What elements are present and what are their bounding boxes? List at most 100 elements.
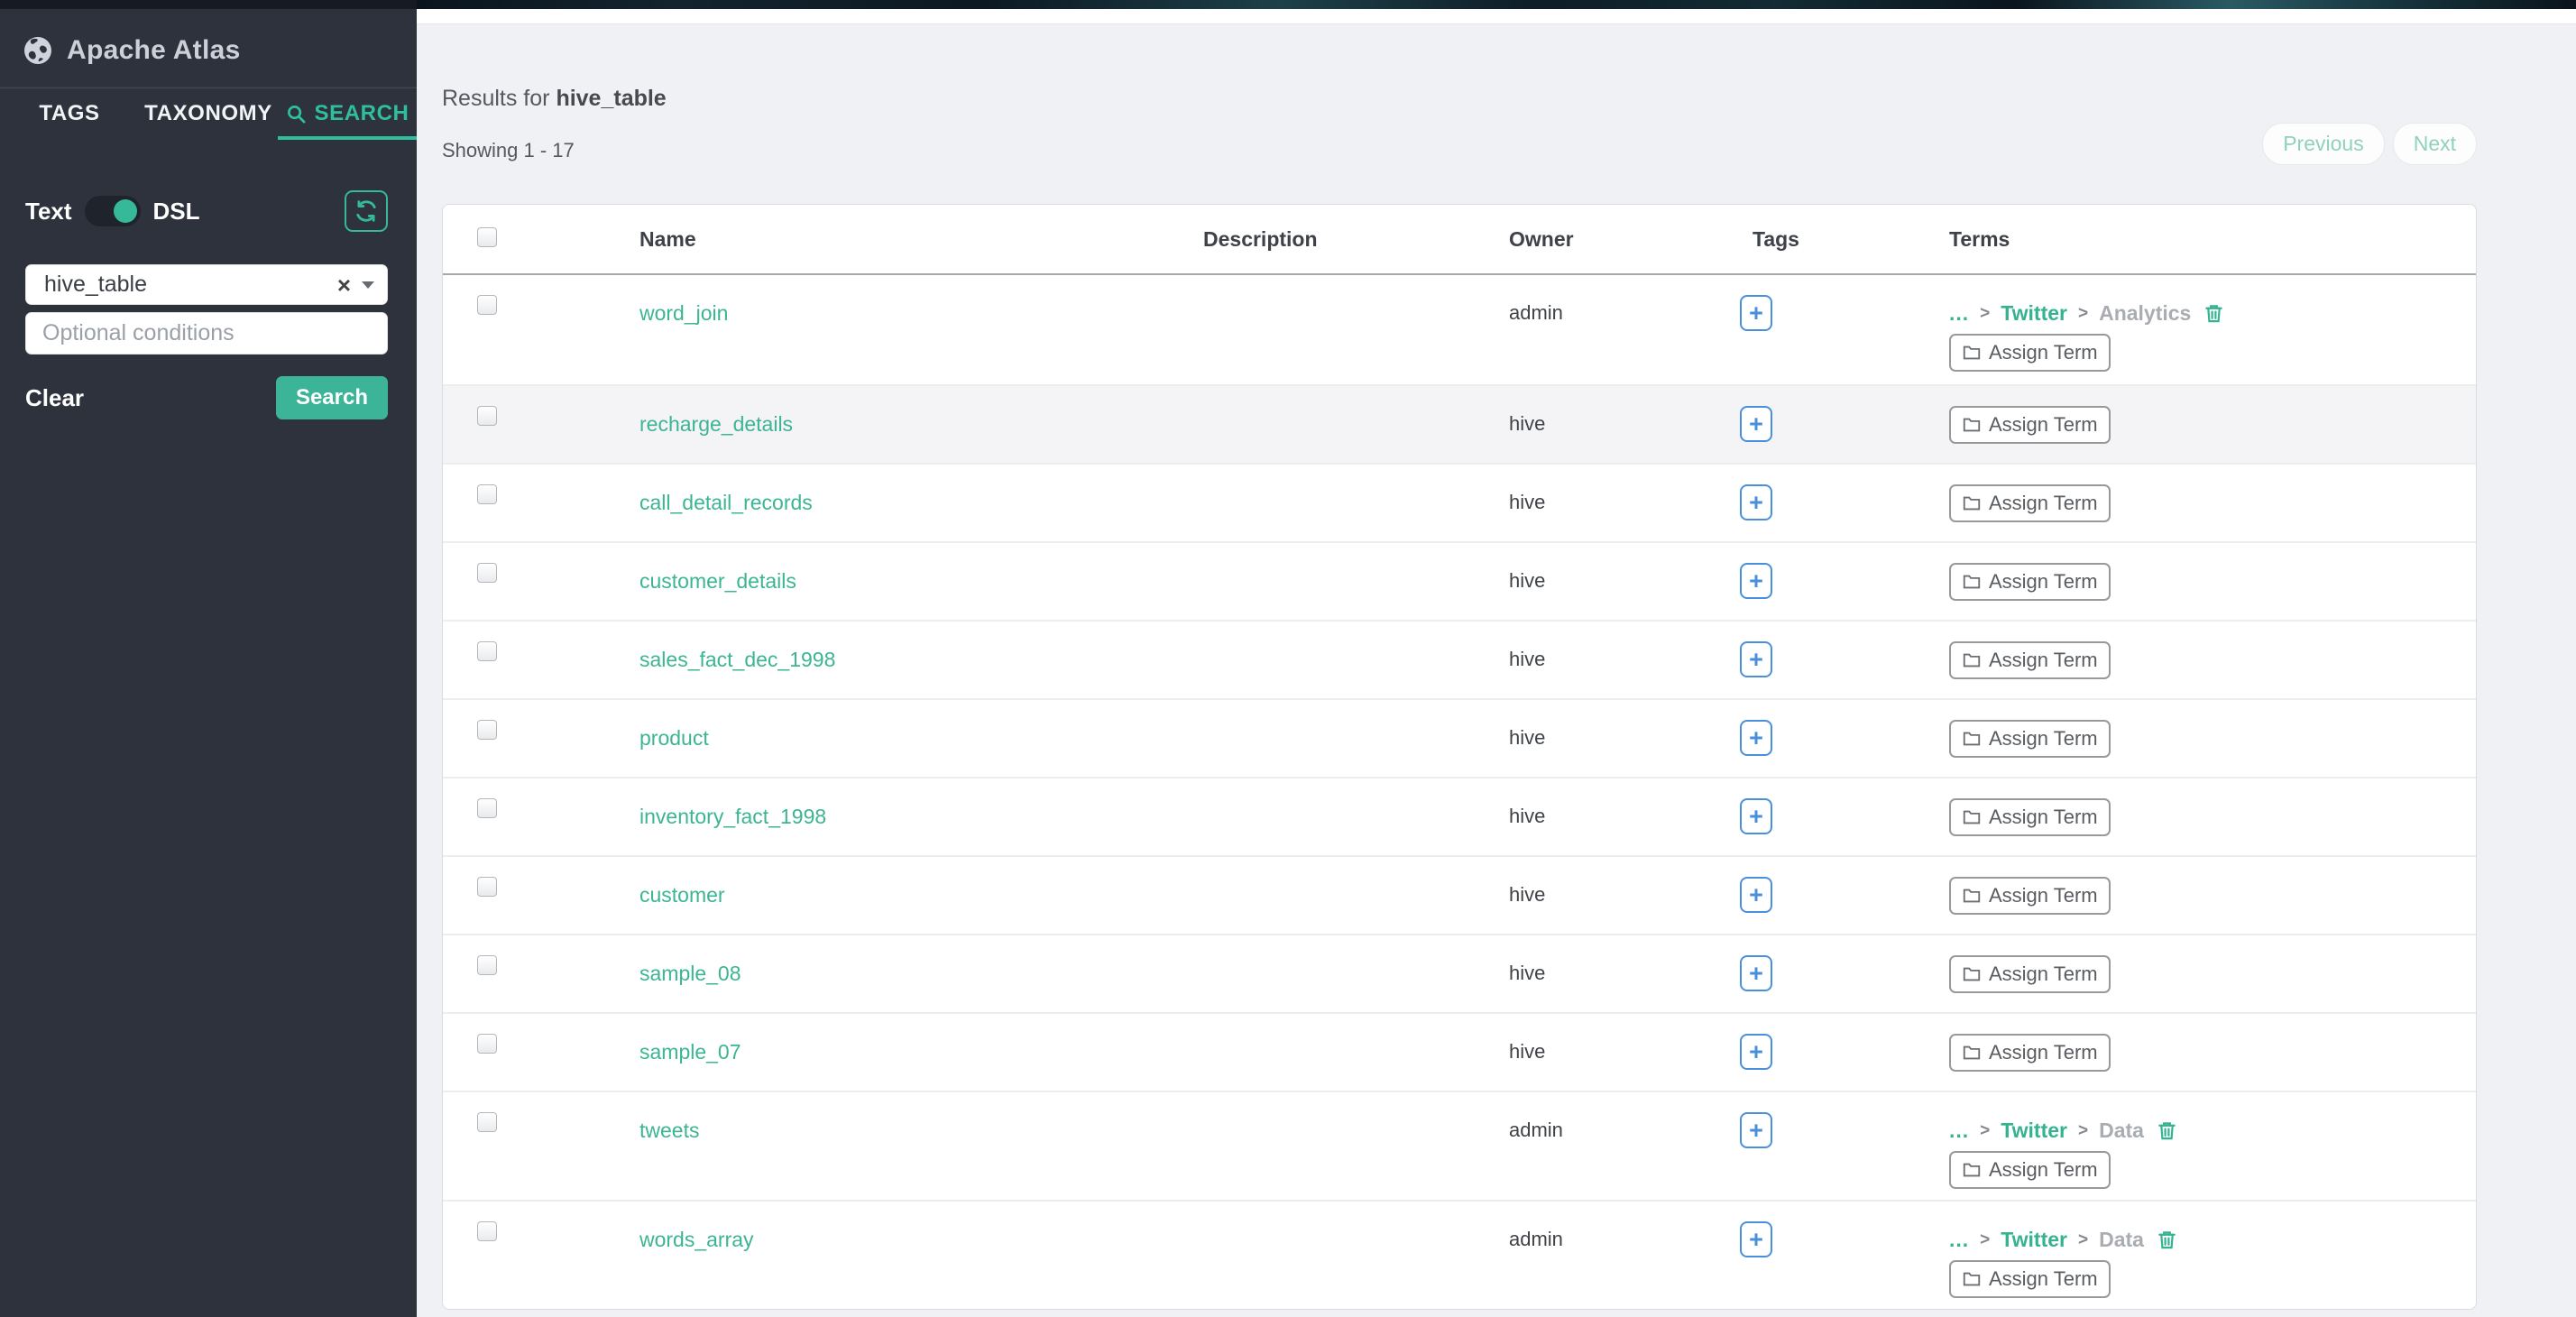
entity-name-link[interactable]: sample_07 — [639, 1040, 741, 1064]
tab-taxonomy[interactable]: TAXONOMY — [139, 87, 278, 140]
term-root-ellipsis[interactable]: ... — [1949, 1228, 1969, 1252]
owner-cell: hive — [1509, 805, 1740, 828]
assign-term-button[interactable]: Assign Term — [1949, 798, 2111, 836]
assign-term-label: Assign Term — [1989, 570, 2098, 594]
assign-term-label: Assign Term — [1989, 884, 2098, 907]
text-dsl-toggle[interactable] — [85, 196, 141, 226]
table-row: words_array admin + ... > Twitter > Data — [443, 1200, 2476, 1309]
next-button[interactable]: Next — [2393, 123, 2477, 165]
entity-name-link[interactable]: sales_fact_dec_1998 — [639, 648, 835, 672]
app-brand: Apache Atlas — [0, 9, 417, 87]
folder-icon — [1962, 729, 1982, 749]
optional-conditions-input[interactable] — [25, 312, 388, 355]
toggle-knob — [114, 199, 137, 223]
search-button[interactable]: Search — [276, 376, 388, 419]
row-checkbox[interactable] — [477, 720, 497, 740]
term-parent-link[interactable]: Twitter — [2001, 301, 2067, 326]
row-checkbox[interactable] — [477, 295, 497, 315]
row-checkbox[interactable] — [477, 798, 497, 818]
folder-icon — [1962, 964, 1982, 984]
row-checkbox[interactable] — [477, 484, 497, 504]
tab-search[interactable]: SEARCH — [278, 87, 417, 140]
delete-term-icon[interactable] — [2203, 303, 2224, 324]
add-tag-button[interactable]: + — [1740, 563, 1772, 599]
tab-tags[interactable]: TAGS — [0, 87, 139, 140]
assign-term-button[interactable]: Assign Term — [1949, 1151, 2111, 1189]
add-tag-button[interactable]: + — [1740, 1221, 1772, 1257]
row-checkbox[interactable] — [477, 955, 497, 975]
results-title: Results for hive_table — [442, 86, 2477, 112]
breadcrumb-chevron: > — [1980, 1230, 1990, 1250]
clear-button[interactable]: Clear — [25, 384, 84, 412]
assign-term-button[interactable]: Assign Term — [1949, 955, 2111, 993]
add-tag-button[interactable]: + — [1740, 955, 1772, 991]
add-tag-button[interactable]: + — [1740, 406, 1772, 442]
search-query-combobox[interactable]: hive_table × — [25, 264, 388, 305]
refresh-button[interactable] — [345, 190, 388, 232]
row-checkbox[interactable] — [477, 1034, 497, 1054]
term-parent-link[interactable]: Twitter — [2001, 1119, 2067, 1143]
assign-term-button[interactable]: Assign Term — [1949, 334, 2111, 372]
breadcrumb-chevron: > — [2078, 1121, 2088, 1141]
chevron-down-icon[interactable] — [362, 281, 374, 289]
table-row: customer_details hive + Assign Term — [443, 541, 2476, 620]
folder-icon — [1962, 415, 1982, 435]
assign-term-label: Assign Term — [1989, 962, 2098, 986]
assign-term-button[interactable]: Assign Term — [1949, 406, 2111, 444]
add-tag-button[interactable]: + — [1740, 1112, 1772, 1148]
previous-button[interactable]: Previous — [2262, 123, 2384, 165]
app-title: Apache Atlas — [67, 35, 241, 66]
term-root-ellipsis[interactable]: ... — [1949, 1119, 1969, 1143]
add-tag-button[interactable]: + — [1740, 295, 1772, 331]
row-checkbox[interactable] — [477, 877, 497, 897]
term-breadcrumb: ... > Twitter > Data — [1949, 1119, 2449, 1143]
add-tag-button[interactable]: + — [1740, 798, 1772, 834]
assign-term-button[interactable]: Assign Term — [1949, 1034, 2111, 1072]
assign-term-button[interactable]: Assign Term — [1949, 720, 2111, 758]
owner-cell: hive — [1509, 962, 1740, 985]
column-header-owner: Owner — [1509, 227, 1740, 252]
entity-name-link[interactable]: product — [639, 726, 709, 751]
results-query: hive_table — [556, 86, 666, 111]
add-tag-button[interactable]: + — [1740, 641, 1772, 677]
assign-term-button[interactable]: Assign Term — [1949, 1260, 2111, 1298]
delete-term-icon[interactable] — [2157, 1120, 2177, 1141]
term-root-ellipsis[interactable]: ... — [1949, 301, 1969, 326]
entity-name-link[interactable]: sample_08 — [639, 962, 741, 986]
table-row: sample_08 hive + Assign Term — [443, 934, 2476, 1012]
entity-name-link[interactable]: call_detail_records — [639, 491, 813, 515]
select-all-checkbox[interactable] — [477, 227, 497, 247]
row-checkbox[interactable] — [477, 406, 497, 426]
column-header-description: Description — [1203, 227, 1509, 252]
clear-query-icon[interactable]: × — [337, 273, 351, 297]
entity-name-link[interactable]: inventory_fact_1998 — [639, 805, 826, 829]
add-tag-button[interactable]: + — [1740, 877, 1772, 913]
entity-name-link[interactable]: word_join — [639, 301, 728, 326]
entity-name-link[interactable]: tweets — [639, 1119, 699, 1143]
delete-term-icon[interactable] — [2157, 1230, 2177, 1250]
breadcrumb-chevron: > — [2078, 304, 2088, 324]
entity-name-link[interactable]: words_array — [639, 1228, 754, 1252]
add-tag-button[interactable]: + — [1740, 484, 1772, 520]
folder-icon — [1962, 1269, 1982, 1289]
row-checkbox[interactable] — [477, 641, 497, 661]
add-tag-button[interactable]: + — [1740, 720, 1772, 756]
row-checkbox[interactable] — [477, 1221, 497, 1241]
term-parent-link[interactable]: Twitter — [2001, 1228, 2067, 1252]
assign-term-label: Assign Term — [1989, 341, 2098, 364]
entity-name-link[interactable]: recharge_details — [639, 412, 793, 437]
entity-name-link[interactable]: customer_details — [639, 569, 796, 594]
assign-term-button[interactable]: Assign Term — [1949, 563, 2111, 601]
row-checkbox[interactable] — [477, 563, 497, 583]
top-banner-strip — [417, 0, 2576, 9]
column-header-terms: Terms — [1949, 227, 2476, 252]
assign-term-button[interactable]: Assign Term — [1949, 641, 2111, 679]
toggle-left-label: Text — [25, 198, 72, 226]
assign-term-button[interactable]: Assign Term — [1949, 877, 2111, 915]
assign-term-button[interactable]: Assign Term — [1949, 484, 2111, 522]
term-leaf-label: Data — [2099, 1228, 2144, 1252]
row-checkbox[interactable] — [477, 1112, 497, 1132]
add-tag-button[interactable]: + — [1740, 1034, 1772, 1070]
entity-name-link[interactable]: customer — [639, 883, 725, 907]
assign-term-label: Assign Term — [1989, 649, 2098, 672]
